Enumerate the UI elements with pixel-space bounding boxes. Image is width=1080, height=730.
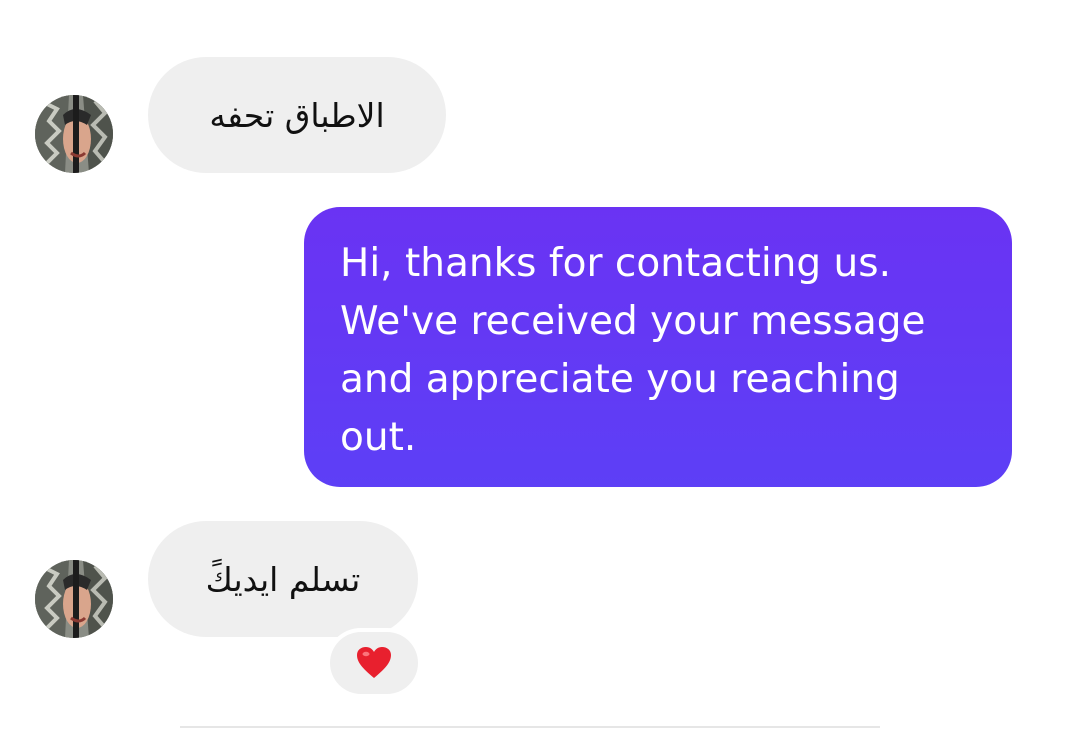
chat-thread: ... . الاطباق تحفه Hi, thanks for contac… <box>0 0 1080 730</box>
message-text: Hi, thanks for contacting us. We've rece… <box>340 241 926 460</box>
incoming-message-bubble[interactable]: تسلم ايديكً <box>148 521 418 637</box>
avatar-icon <box>35 560 113 638</box>
heart-icon <box>357 647 391 678</box>
outgoing-message-bubble[interactable]: Hi, thanks for contacting us. We've rece… <box>304 207 1012 487</box>
message-reaction[interactable] <box>330 632 418 694</box>
contact-avatar[interactable] <box>35 560 113 638</box>
avatar-icon <box>35 95 113 173</box>
message-text: تسلم ايديكً <box>205 559 361 599</box>
incoming-message-bubble[interactable]: الاطباق تحفه <box>148 57 446 173</box>
composer-divider <box>180 726 880 728</box>
message-text: الاطباق تحفه <box>209 95 385 135</box>
contact-avatar[interactable] <box>35 95 113 173</box>
